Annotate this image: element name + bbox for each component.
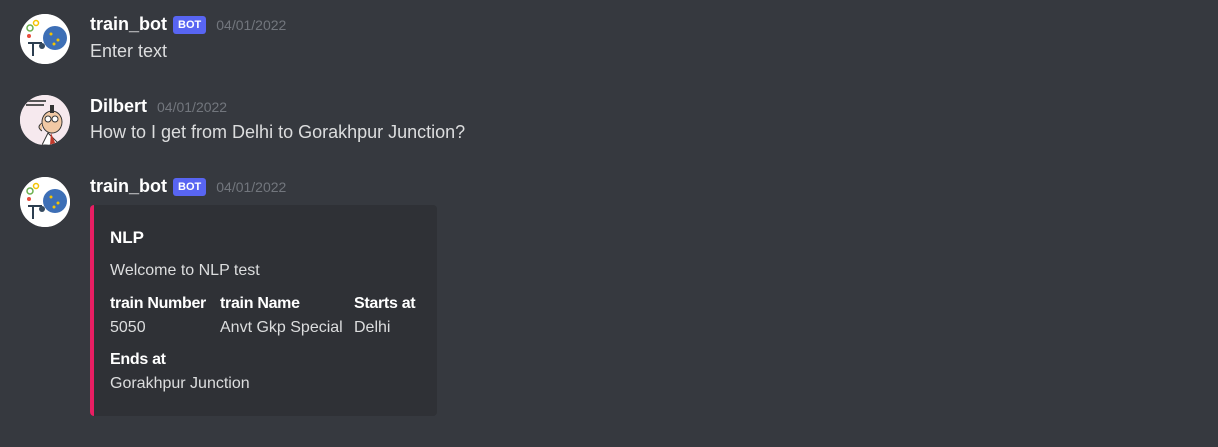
message-header: Dilbert 04/01/2022 (90, 96, 227, 117)
embed-title: NLP (110, 228, 144, 247)
field-name: train Name (220, 295, 300, 312)
embed-field-train-name: train Name Anvt Gkp Special (220, 295, 343, 337)
message-content: Enter text (90, 41, 168, 61)
embed-field-starts-at: Starts at Delhi (354, 295, 416, 337)
username[interactable]: train_bot (90, 14, 167, 35)
message-header: train_bot BOT 04/01/2022 (90, 176, 286, 197)
username[interactable]: Dilbert (90, 96, 147, 117)
embed-description: Welcome to NLP test (110, 262, 260, 279)
field-value: 5050 (110, 319, 146, 336)
message-header: train_bot BOT 04/01/2022 (90, 14, 286, 35)
embed-field-ends-at: Ends at Gorakhpur Junction (110, 351, 250, 393)
embed-field-train-number: train Number 5050 (110, 295, 206, 337)
bot-avatar-icon[interactable] (20, 177, 70, 227)
field-value: Gorakhpur Junction (110, 375, 250, 392)
timestamp: 04/01/2022 (157, 98, 228, 115)
dilbert-avatar-icon[interactable] (20, 95, 70, 145)
embed: NLP Welcome to NLP test train Number 505… (90, 205, 437, 416)
bot-tag: BOT (173, 177, 207, 196)
field-name: Ends at (110, 351, 166, 368)
field-name: Starts at (354, 295, 416, 312)
timestamp: 04/01/2022 (216, 178, 287, 195)
timestamp: 04/01/2022 (216, 16, 287, 33)
field-value: Delhi (354, 319, 391, 336)
field-value: Anvt Gkp Special (220, 319, 343, 336)
message-content: How to I get from Delhi to Gorakhpur Jun… (90, 122, 466, 142)
bot-avatar-icon[interactable] (20, 14, 70, 64)
bot-tag: BOT (173, 15, 207, 34)
embed-accent-bar (90, 205, 94, 416)
username[interactable]: train_bot (90, 176, 167, 197)
field-name: train Number (110, 295, 206, 312)
